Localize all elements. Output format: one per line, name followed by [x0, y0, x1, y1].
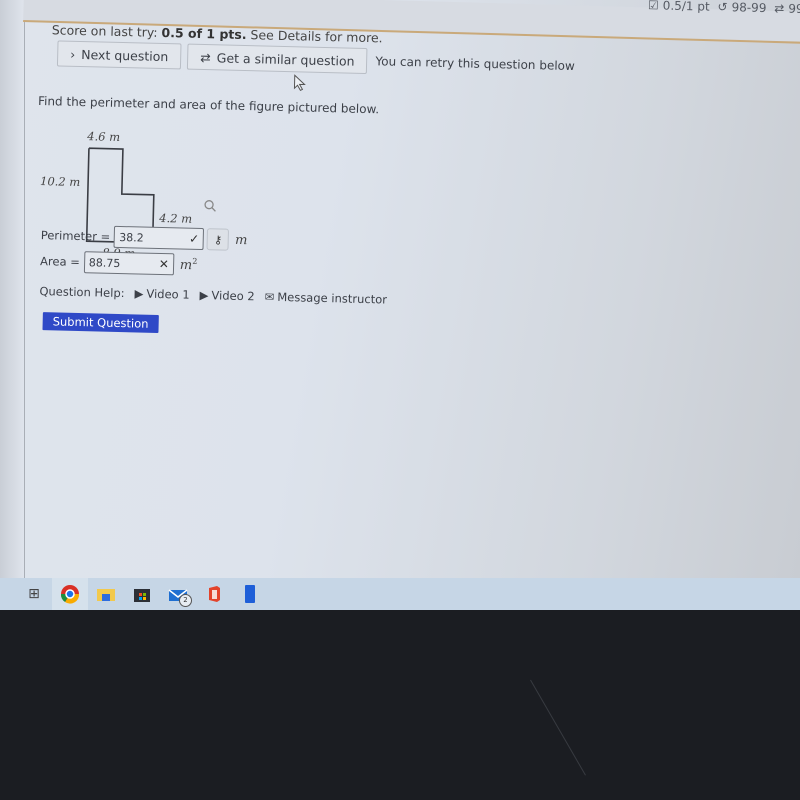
label-top-side: 4.6 m	[87, 129, 121, 144]
perimeter-value: 38.2	[119, 230, 144, 245]
label-right-side: 4.2 m	[159, 210, 193, 226]
phone-icon	[245, 585, 255, 603]
area-input[interactable]: 88.75 ✕	[83, 251, 175, 276]
score-value: 0.5 of 1 pts.	[161, 24, 247, 43]
score-check-icon: ☑	[648, 0, 660, 13]
magnify-icon[interactable]	[203, 198, 217, 217]
message-instructor-link[interactable]: ✉ Message instructor	[265, 290, 388, 307]
next-question-label: Next question	[81, 46, 169, 64]
store-icon	[134, 589, 150, 602]
area-unit-base: m	[179, 257, 193, 273]
score-prefix: Score on last try:	[51, 22, 162, 40]
score-status: 0.5/1 pt	[663, 0, 711, 14]
mouse-cursor-icon	[293, 74, 308, 96]
window-left-edge	[0, 0, 25, 580]
video-play-icon: ▶	[199, 287, 209, 303]
folder-icon	[97, 589, 115, 601]
video-1-label: Video 1	[146, 286, 190, 302]
submit-question-button[interactable]: Submit Question	[42, 312, 159, 333]
area-value: 88.75	[88, 255, 121, 270]
cross-icon: ✕	[158, 256, 170, 272]
similar-question-label: Get a similar question	[216, 49, 355, 69]
envelope-icon: ✉	[264, 289, 275, 304]
taskbar: ⊞ 2	[0, 578, 800, 610]
versions-status: 99	[788, 1, 800, 16]
video-play-icon: ▶	[134, 286, 144, 301]
video-1-link[interactable]: ▶ Video 1	[134, 286, 189, 301]
check-icon: ✓	[188, 231, 200, 246]
office-button[interactable]	[196, 578, 232, 610]
question-prompt: Find the perimeter and area of the figur…	[37, 93, 380, 117]
perimeter-input[interactable]: 38.2 ✓	[113, 225, 205, 251]
key-icon: ⚷	[213, 232, 223, 247]
refresh-arrows-icon: ⇄	[200, 49, 211, 65]
phone-link-button[interactable]	[232, 578, 268, 610]
retry-note: You can retry this question below	[375, 54, 575, 74]
versions-icon: ⇄	[774, 1, 785, 16]
chrome-icon	[60, 585, 80, 604]
store-button[interactable]	[124, 578, 160, 610]
action-row: › Next question ⇄ Get a similar question…	[56, 40, 575, 79]
question-help-label: Question Help:	[39, 284, 125, 301]
score-suffix: See Details for more.	[246, 27, 383, 46]
area-row: Area = 88.75 ✕ m2	[40, 248, 247, 279]
message-instructor-label: Message instructor	[277, 289, 388, 307]
next-question-button[interactable]: › Next question	[56, 40, 182, 70]
label-left-side: 10.2 m	[39, 174, 81, 190]
chrome-button[interactable]	[52, 578, 88, 610]
answer-key-button[interactable]: ⚷	[206, 228, 230, 251]
question-help: Question Help: ▶ Video 1 ▶ Video 2 ✉ Mes…	[39, 284, 387, 306]
attempts-status: 98-99	[731, 0, 767, 16]
perimeter-label: Perimeter =	[40, 228, 111, 244]
file-explorer-button[interactable]	[88, 578, 124, 610]
area-label: Area =	[39, 254, 81, 270]
task-view-button[interactable]: ⊞	[16, 578, 52, 610]
attempts-icon: ↺	[717, 0, 729, 15]
mail-button[interactable]: 2	[160, 578, 196, 610]
similar-question-button[interactable]: ⇄ Get a similar question	[186, 43, 368, 75]
chevron-right-icon: ›	[70, 46, 76, 62]
office-icon	[209, 586, 220, 602]
answer-section: Perimeter = 38.2 ✓ ⚷ m Area = 88.75 ✕ m2	[40, 222, 248, 279]
task-view-icon: ⊞	[28, 586, 40, 602]
mail-unread-badge: 2	[179, 594, 192, 607]
perimeter-unit: m	[234, 232, 248, 248]
video-2-link[interactable]: ▶ Video 2	[199, 288, 254, 303]
monitor-bezel	[0, 610, 800, 800]
area-unit: m2	[180, 256, 198, 273]
video-2-label: Video 2	[211, 288, 255, 304]
screen: ☑ 0.5/1 pt ↺ 98-99 ⇄ 99 Score on last try: …	[0, 0, 800, 605]
area-unit-exponent: 2	[192, 256, 198, 266]
